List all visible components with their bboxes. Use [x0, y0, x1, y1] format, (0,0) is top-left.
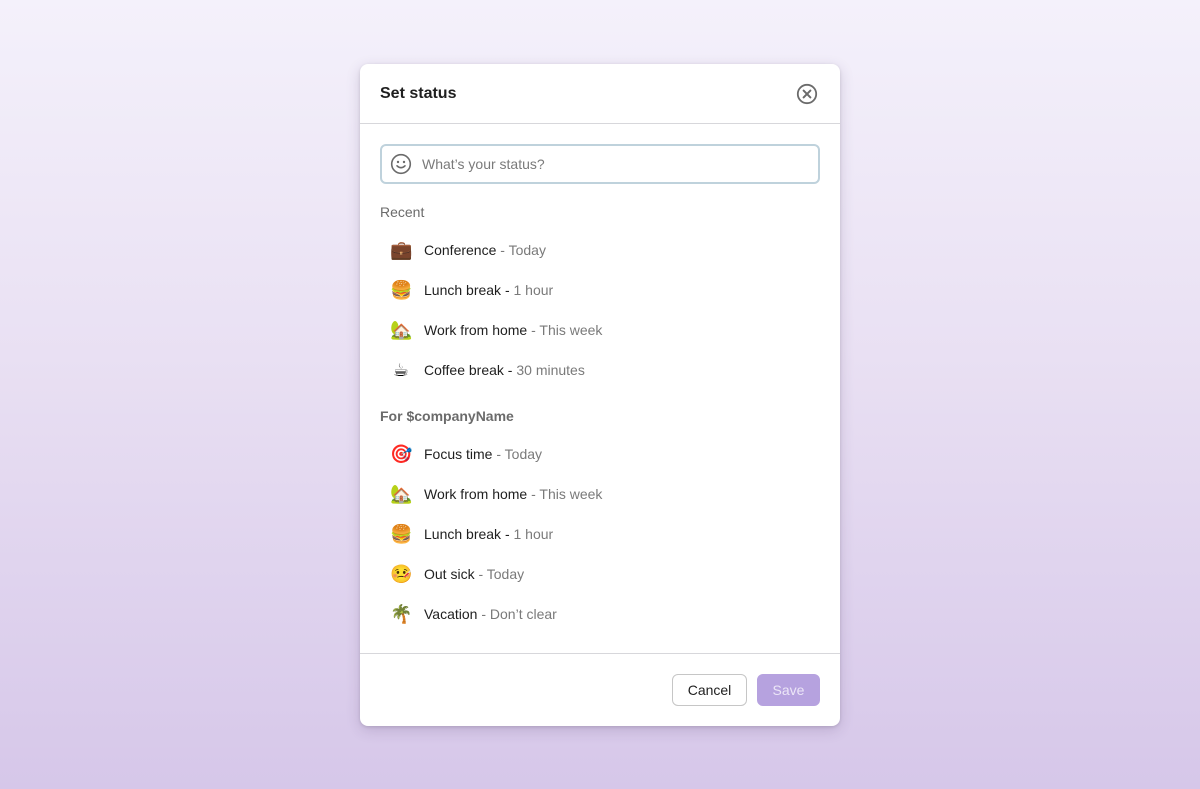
status-option-duration: - Don’t clear — [477, 606, 557, 622]
status-option-text: Out sick - Today — [424, 565, 524, 583]
hamburger-icon: 🍔 — [390, 280, 413, 300]
coffee-icon: ☕ — [392, 360, 410, 380]
status-option-duration: 1 hour — [513, 526, 554, 542]
status-option[interactable]: 🍔 Lunch break - 1 hour — [380, 514, 820, 554]
status-option-text: Lunch break - 1 hour — [424, 281, 553, 299]
company-section-label: For $companyName — [380, 408, 514, 424]
status-option-duration: - This week — [527, 322, 603, 338]
status-option[interactable]: ☕ Coffee break - 30 minutes — [380, 350, 820, 390]
smiley-icon[interactable] — [390, 153, 412, 175]
status-option-name: Lunch break - — [424, 526, 514, 542]
status-option-text: Lunch break - 1 hour — [424, 525, 553, 543]
status-option-text: Coffee break - 30 minutes — [424, 361, 585, 379]
status-option-duration: - Today — [492, 446, 543, 462]
status-option-text: Focus time - Today — [424, 445, 542, 463]
status-option-text: Work from home - This week — [424, 321, 602, 339]
save-button[interactable]: Save — [757, 674, 820, 706]
recent-section-label: Recent — [380, 204, 425, 220]
status-option-name: Work from home — [424, 322, 528, 338]
cancel-button[interactable]: Cancel — [672, 674, 747, 706]
dialog-title: Set status — [380, 85, 457, 102]
status-option-name: Out sick — [424, 566, 475, 582]
status-option[interactable]: 🤒 Out sick - Today — [380, 554, 820, 594]
dialog-header: Set status — [360, 64, 840, 124]
status-option-text: Vacation - Don’t clear — [424, 605, 557, 623]
status-option-duration: - Today — [474, 566, 525, 582]
status-option-text: Conference - Today — [424, 241, 546, 259]
set-status-dialog: Set status Recent 💼 Conference - Today 🍔 Lu… — [360, 64, 840, 726]
target-icon: 🎯 — [390, 444, 413, 464]
status-option-name: Coffee break - — [424, 362, 517, 378]
status-option[interactable]: 🏡 Work from home - This week — [380, 310, 820, 350]
status-option-name: Work from home — [424, 486, 528, 502]
hamburger-icon: 🍔 — [390, 524, 413, 544]
status-option-name: Focus time — [424, 446, 493, 462]
status-option-text: Work from home - This week — [424, 485, 602, 503]
status-input[interactable] — [422, 146, 802, 182]
status-option-name: Conference — [424, 242, 497, 258]
status-option[interactable]: 🍔 Lunch break - 1 hour — [380, 270, 820, 310]
status-option-duration: - This week — [527, 486, 603, 502]
close-icon[interactable] — [796, 83, 818, 105]
house-icon: 🏡 — [390, 484, 413, 504]
briefcase-icon: 💼 — [390, 240, 413, 260]
status-search-field[interactable] — [380, 144, 820, 184]
status-option[interactable]: 🎯 Focus time - Today — [380, 434, 820, 474]
status-option[interactable]: 🌴 Vacation - Don’t clear — [380, 594, 820, 634]
status-option-name: Lunch break - — [424, 282, 514, 298]
sick-face-icon: 🤒 — [390, 564, 413, 584]
status-option-duration: 30 minutes — [516, 362, 585, 378]
palm-tree-icon: 🌴 — [390, 604, 413, 624]
status-option-name: Vacation — [424, 606, 478, 622]
status-option-duration: - Today — [496, 242, 546, 258]
dialog-footer: Cancel Save — [360, 653, 840, 726]
status-option[interactable]: 💼 Conference - Today — [380, 230, 820, 270]
status-option[interactable]: 🏡 Work from home - This week — [380, 474, 820, 514]
status-option-duration: 1 hour — [513, 282, 554, 298]
house-icon: 🏡 — [390, 320, 413, 340]
